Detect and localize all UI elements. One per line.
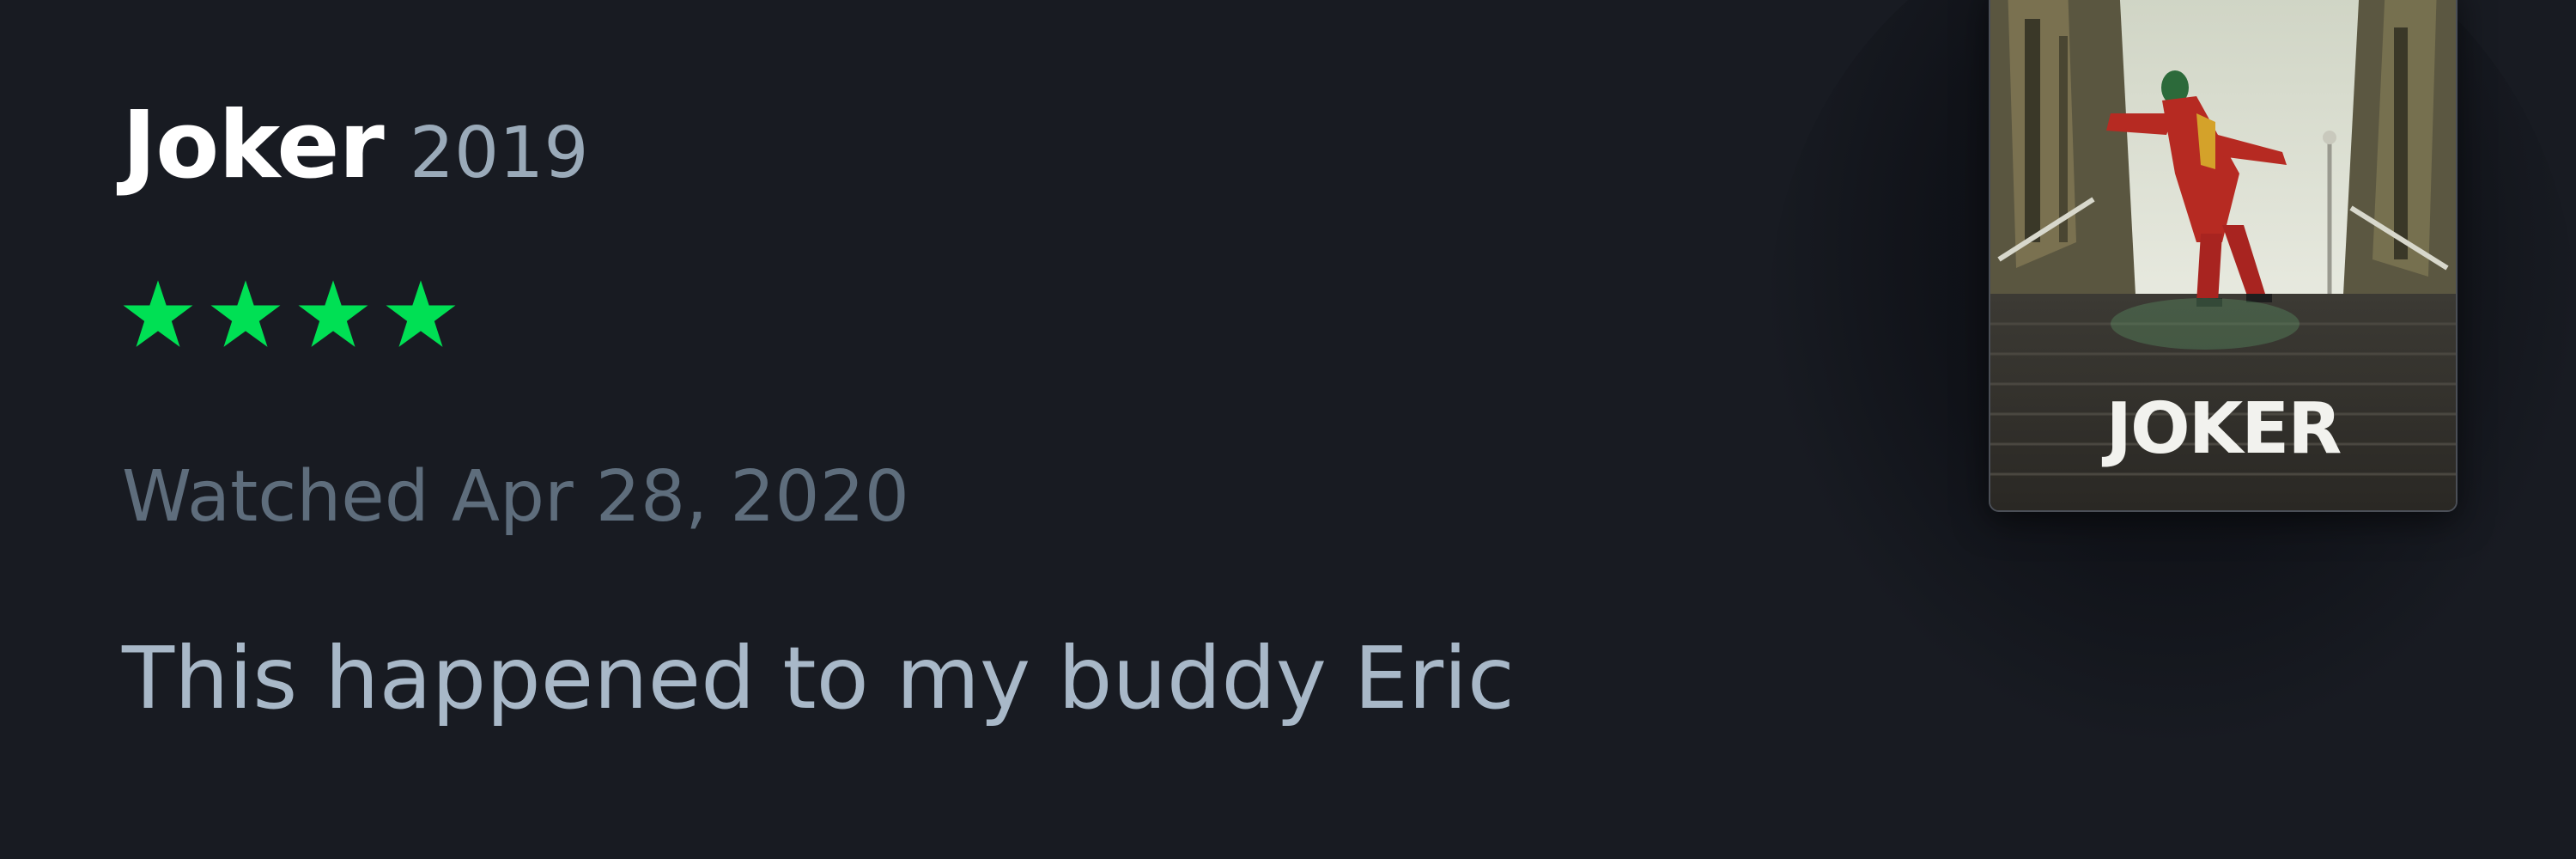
film-title[interactable]: Joker: [122, 100, 385, 192]
film-poster[interactable]: JOKER: [1989, 0, 2458, 512]
review-detail-screen: Joker 2019 Watched Apr 28, 2020 This hap…: [0, 0, 2576, 859]
star-icon: [298, 280, 368, 347]
star-icon: [210, 280, 281, 347]
poster-artwork: JOKER: [1990, 0, 2456, 510]
film-title-row: Joker 2019: [122, 100, 589, 192]
star-icon: [123, 280, 193, 347]
watched-date: Watched Apr 28, 2020: [122, 456, 909, 538]
star-rating: [120, 277, 459, 352]
poster-title: JOKER: [2102, 388, 2342, 470]
film-year[interactable]: 2019: [410, 119, 589, 189]
star-icon: [386, 280, 456, 347]
review-text: This happened to my buddy Eric: [122, 628, 1515, 728]
